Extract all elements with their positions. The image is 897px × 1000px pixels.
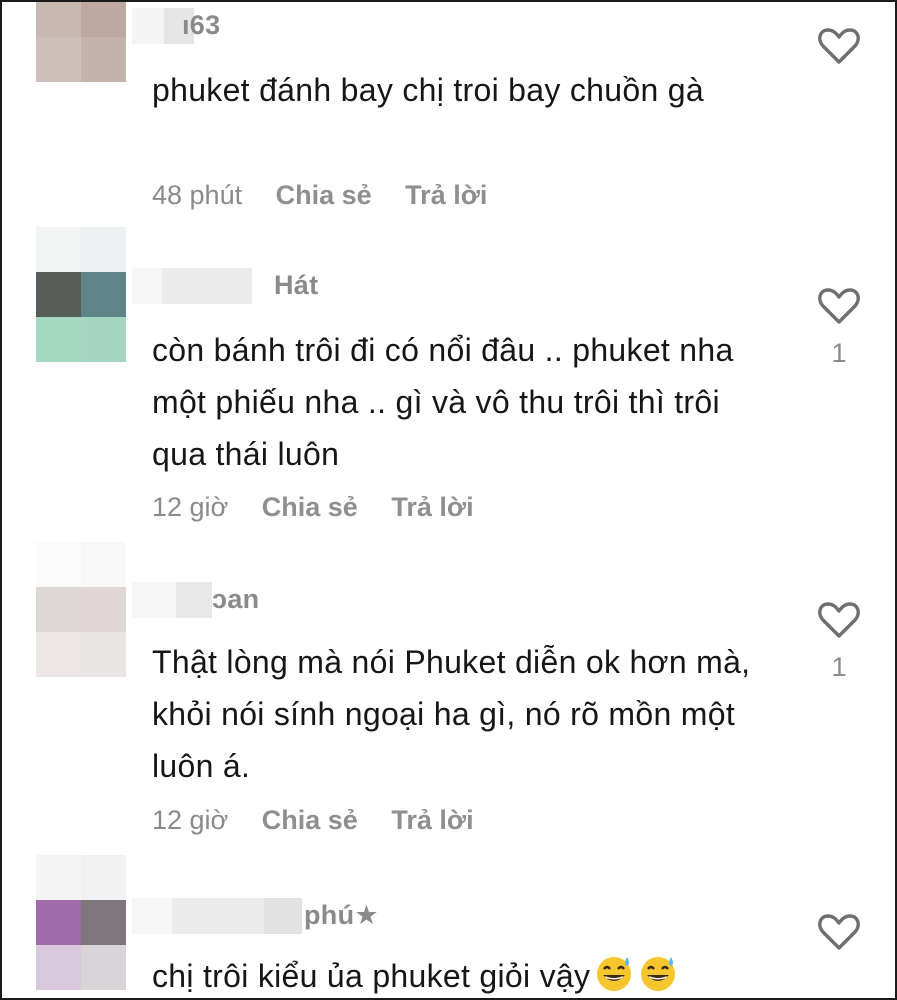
comment-meta: 12 giờ Chia sẻ Trả lời bbox=[152, 492, 500, 523]
avatar[interactable] bbox=[36, 855, 126, 990]
share-button[interactable]: Chia sẻ bbox=[262, 805, 358, 835]
avatar[interactable] bbox=[36, 227, 126, 362]
grinning-sweat-emoji bbox=[597, 957, 632, 991]
comment-text: còn bánh trôi đi có nổi đâu .. phuket nh… bbox=[152, 332, 734, 472]
comment-meta: 48 phút Chia sẻ Trả lời bbox=[152, 180, 513, 211]
heart-outline-icon bbox=[818, 602, 860, 638]
like-button[interactable] bbox=[814, 912, 864, 952]
share-button[interactable]: Chia sẻ bbox=[276, 180, 372, 210]
timestamp: 12 giờ bbox=[152, 805, 229, 835]
reply-button[interactable]: Trả lời bbox=[391, 805, 473, 835]
username-text: Hát bbox=[274, 270, 319, 300]
username-text: ɔan bbox=[212, 584, 260, 614]
like-button[interactable] bbox=[814, 26, 864, 78]
comment-text: chị trôi kiểu ủa phuket giỏi vậy bbox=[152, 950, 772, 998]
heart-outline-icon bbox=[818, 288, 860, 324]
like-button[interactable]: 1 bbox=[814, 286, 864, 369]
heart-outline-icon bbox=[818, 28, 860, 64]
reply-button[interactable]: Trả lời bbox=[391, 492, 473, 522]
like-button[interactable]: 1 bbox=[814, 600, 864, 683]
comment-text: Thật lòng mà nói Phuket diễn ok hơn mà, … bbox=[152, 644, 751, 784]
timestamp: 12 giờ bbox=[152, 492, 229, 522]
username-text: phú★ bbox=[304, 900, 379, 930]
comment-text-content: chị trôi kiểu ủa phuket giỏi vậy bbox=[152, 958, 591, 994]
share-button[interactable]: Chia sẻ bbox=[262, 492, 358, 522]
comment-text: phuket đánh bay chị troi bay chuồn gà bbox=[152, 72, 704, 108]
comment-list-screenshot: ı63 phuket đánh bay chị troi bay chuồn g… bbox=[0, 0, 897, 1000]
timestamp: 48 phút bbox=[152, 180, 243, 210]
like-count: 1 bbox=[831, 338, 847, 368]
grinning-sweat-emoji bbox=[641, 957, 676, 991]
avatar[interactable] bbox=[36, 2, 126, 82]
comment-meta: 12 giờ Chia sẻ Trả lời bbox=[152, 805, 500, 836]
username-text: ı63 bbox=[182, 10, 221, 40]
like-count: 1 bbox=[831, 652, 847, 682]
heart-outline-icon bbox=[818, 914, 860, 950]
reply-button[interactable]: Trả lời bbox=[405, 180, 487, 210]
avatar[interactable] bbox=[36, 542, 126, 677]
